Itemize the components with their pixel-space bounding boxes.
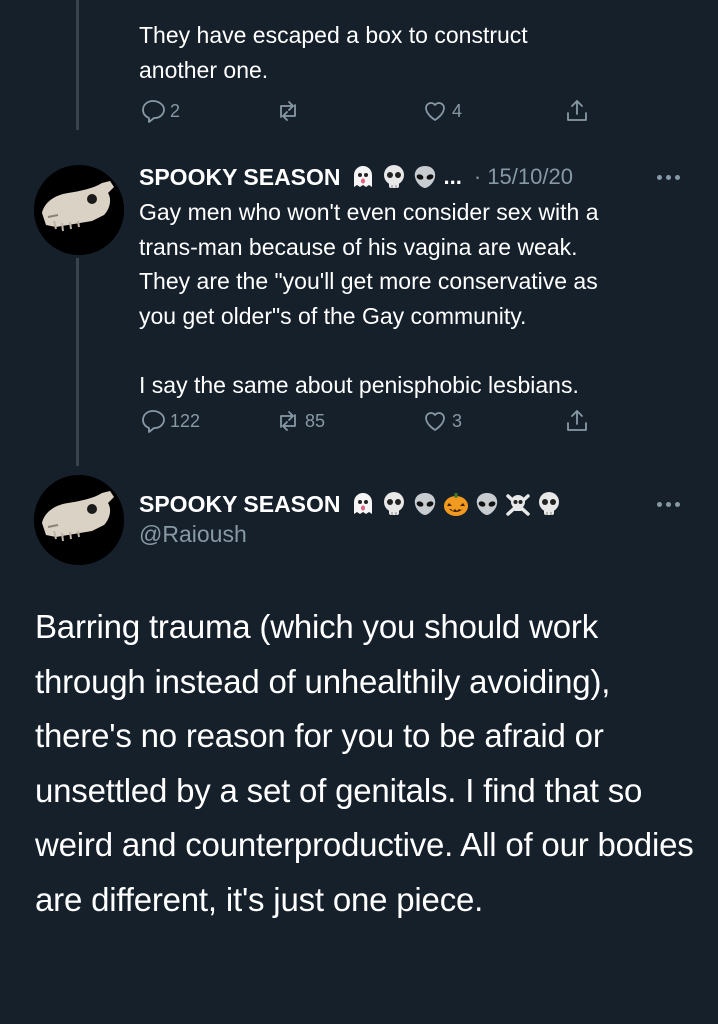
skull-emoji-icon: [380, 163, 408, 191]
animal-skull-icon: [34, 475, 124, 565]
reply-icon: [142, 100, 165, 123]
prior-tweet-text: They have escaped a box to construct ano…: [139, 22, 528, 83]
share-button[interactable]: [563, 406, 591, 436]
tweet-date[interactable]: · 15/10/20: [474, 164, 573, 190]
thread-line-top: [76, 0, 79, 130]
like-count: 3: [452, 410, 463, 431]
share-icon: [567, 100, 587, 121]
reply-tweet-actions: 122 85 3: [139, 406, 589, 436]
thread-line-middle: [76, 258, 79, 466]
like-count: 4: [452, 100, 463, 121]
skull-emoji-icon: [535, 490, 563, 518]
retweet-icon: [280, 411, 296, 431]
display-name[interactable]: SPOOKY SEASON: [139, 164, 341, 191]
user-handle[interactable]: @Raioush: [139, 521, 247, 548]
alien-emoji-icon: [411, 490, 439, 518]
main-tweet-text: Barring trauma (which you should work th…: [35, 608, 694, 918]
reply-button[interactable]: 2: [139, 96, 180, 126]
jack-o-lantern-emoji-icon: [442, 490, 470, 518]
share-icon: [567, 410, 587, 431]
skull-crossbones-emoji-icon: [504, 490, 532, 518]
name-emojis: ...: [349, 163, 462, 191]
reply-count: 2: [170, 100, 181, 121]
alien-emoji-icon: [411, 163, 439, 191]
reply-count: 122: [170, 410, 201, 431]
alien-emoji-icon: [473, 490, 501, 518]
retweet-button[interactable]: 85: [274, 406, 325, 436]
ghost-emoji-icon: [349, 490, 377, 518]
reply-tweet-header: SPOOKY SEASON ... · 15/10/20: [139, 160, 573, 194]
skull-emoji-icon: [380, 490, 408, 518]
heart-icon: [425, 412, 445, 431]
retweet-count: 85: [305, 410, 326, 431]
more-options-icon[interactable]: [657, 175, 680, 180]
name-truncation: ...: [443, 164, 462, 189]
reply-icon: [142, 410, 165, 433]
prior-tweet-actions: 2 4: [139, 96, 589, 126]
heart-icon: [425, 102, 445, 121]
reply-tweet-text: Gay men who won't even consider sex with…: [139, 199, 599, 398]
retweet-button[interactable]: [274, 96, 302, 126]
main-tweet-header: SPOOKY SEASON: [139, 487, 563, 521]
animal-skull-icon: [34, 165, 124, 255]
reply-button[interactable]: 122: [139, 406, 200, 436]
like-button[interactable]: 3: [421, 406, 462, 436]
retweet-icon: [280, 101, 296, 121]
name-emojis: [349, 490, 563, 518]
display-name[interactable]: SPOOKY SEASON: [139, 491, 341, 518]
more-options-icon[interactable]: [657, 502, 680, 507]
avatar[interactable]: [34, 475, 124, 565]
like-button[interactable]: 4: [421, 96, 462, 126]
avatar[interactable]: [34, 165, 124, 255]
share-button[interactable]: [563, 96, 591, 126]
ghost-emoji-icon: [349, 163, 377, 191]
